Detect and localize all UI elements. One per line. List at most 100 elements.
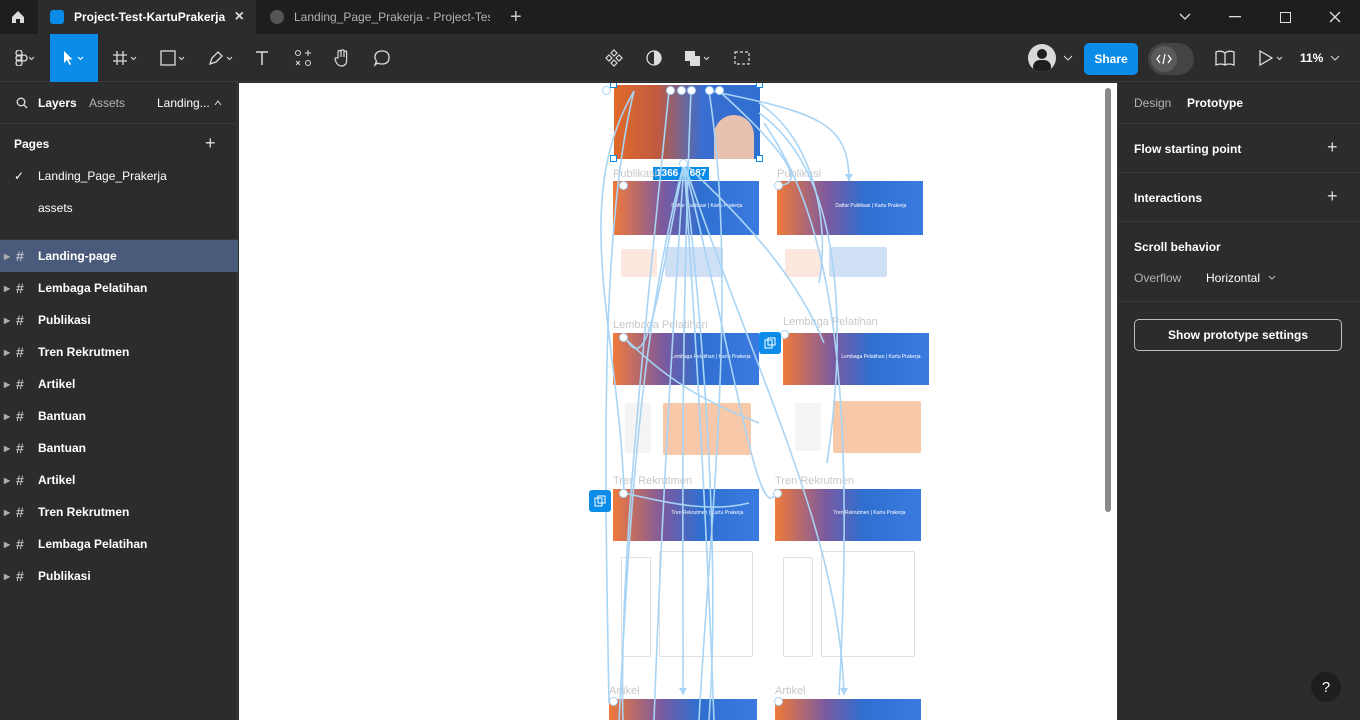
minimize-icon[interactable] — [1210, 0, 1260, 34]
frame-icon: # — [16, 280, 24, 296]
flow-node[interactable] — [687, 86, 696, 95]
caret-right-icon[interactable]: ▶ — [4, 284, 10, 293]
chevron-down-icon — [1269, 275, 1276, 280]
show-prototype-settings-button[interactable]: Show prototype settings — [1134, 319, 1342, 351]
flow-node[interactable] — [677, 86, 686, 95]
layer-row-landing-page[interactable]: ▶ # Landing-page — [0, 240, 238, 272]
flow-node[interactable] — [715, 86, 724, 95]
flow-node[interactable] — [774, 181, 783, 190]
add-interaction-icon[interactable]: + — [1327, 187, 1338, 205]
flow-node[interactable] — [780, 330, 789, 339]
flow-start-icon[interactable] — [589, 490, 611, 512]
caret-right-icon[interactable]: ▶ — [4, 252, 10, 261]
home-button[interactable] — [0, 0, 36, 34]
caret-right-icon[interactable]: ▶ — [4, 316, 10, 325]
checkmark-icon: ✓ — [14, 169, 25, 183]
move-tool-button[interactable] — [50, 34, 98, 82]
tab-assets[interactable]: Assets — [89, 96, 125, 110]
maximize-icon[interactable] — [1260, 0, 1310, 34]
layer-row-tren-rekrutmen[interactable]: ▶ # Tren Rekrutmen — [0, 336, 238, 368]
flow-node[interactable] — [609, 697, 618, 706]
present-button[interactable] — [1252, 34, 1292, 82]
crop-button[interactable] — [728, 34, 756, 82]
caret-right-icon[interactable]: ▶ — [4, 508, 10, 517]
shape-tool-button[interactable] — [152, 34, 196, 82]
layer-row-bantuan[interactable]: ▶ # Bantuan — [0, 400, 238, 432]
caret-right-icon[interactable]: ▶ — [4, 444, 10, 453]
chevron-up-icon[interactable] — [213, 99, 223, 107]
layer-row-publikasi[interactable]: ▶ # Publikasi — [0, 560, 238, 592]
layer-row-lembaga-pelatihan[interactable]: ▶ # Lembaga Pelatihan — [0, 272, 238, 304]
caret-right-icon[interactable]: ▶ — [4, 572, 10, 581]
caret-right-icon[interactable]: ▶ — [4, 540, 10, 549]
flow-node[interactable] — [666, 86, 675, 95]
design-canvas[interactable]: 1366 × 687 Publikasi Daftar Publikasi | … — [239, 83, 1117, 720]
close-window-icon[interactable] — [1310, 0, 1360, 34]
main-menu-button[interactable] — [4, 34, 46, 82]
help-button[interactable]: ? — [1311, 672, 1341, 702]
comment-tool-button[interactable] — [366, 34, 398, 82]
page-item-landing-page-prakerja[interactable]: ✓ Landing_Page_Prakerja — [0, 160, 238, 192]
page-label: Landing_Page_Prakerja — [38, 169, 167, 183]
flow-node[interactable] — [705, 86, 714, 95]
overflow-select[interactable]: Horizontal — [1206, 271, 1277, 285]
flow-start-icon[interactable] — [759, 332, 781, 354]
frame-icon: # — [16, 472, 24, 488]
layer-row-artikel[interactable]: ▶ # Artikel — [0, 464, 238, 496]
pen-tool-button[interactable] — [200, 34, 244, 82]
tab-layers[interactable]: Layers — [38, 96, 77, 110]
avatar — [1028, 44, 1056, 72]
main-toolbar: Share 11% — [0, 34, 1360, 82]
resources-button[interactable] — [286, 34, 320, 82]
layer-label: Lembaga Pelatihan — [38, 281, 148, 295]
chevron-down-icon[interactable] — [1160, 0, 1210, 34]
caret-right-icon[interactable]: ▶ — [4, 476, 10, 485]
figma-file-icon — [50, 10, 64, 24]
close-tab-icon[interactable]: × — [235, 9, 244, 25]
frame-tool-button[interactable] — [104, 34, 148, 82]
book-icon — [1215, 50, 1235, 66]
boolean-ops-button[interactable] — [680, 34, 718, 82]
layer-row-publikasi[interactable]: ▶ # Publikasi — [0, 304, 238, 336]
tab-prototype[interactable]: Prototype — [1187, 96, 1243, 110]
play-icon — [1259, 50, 1283, 66]
tab-label: Landing_Page_Prakerja - Project-Test — [294, 10, 490, 24]
new-tab-icon[interactable]: + — [510, 7, 522, 27]
zoom-control[interactable]: 11% — [1300, 34, 1341, 82]
caret-right-icon[interactable]: ▶ — [4, 380, 10, 389]
dev-mode-toggle[interactable] — [1148, 43, 1194, 75]
canvas-scrollbar[interactable] — [1105, 88, 1111, 512]
layer-row-tren-rekrutmen[interactable]: ▶ # Tren Rekrutmen — [0, 496, 238, 528]
flow-node[interactable] — [679, 159, 688, 168]
search-icon[interactable] — [16, 97, 28, 109]
flow-node[interactable] — [774, 697, 783, 706]
flow-node[interactable] — [619, 489, 628, 498]
chevron-down-icon — [1331, 55, 1340, 61]
tab-project-test[interactable]: Project-Test-KartuPrakerja × — [38, 0, 256, 34]
layer-row-lembaga-pelatihan[interactable]: ▶ # Lembaga Pelatihan — [0, 528, 238, 560]
tab-landing-page[interactable]: Landing_Page_Prakerja - Project-Test — [258, 0, 498, 34]
scroll-behavior-title: Scroll behavior — [1134, 240, 1221, 254]
mask-button[interactable] — [640, 34, 668, 82]
add-flow-icon[interactable]: + — [1327, 138, 1338, 156]
frame-icon: # — [16, 408, 24, 424]
share-button[interactable]: Share — [1084, 43, 1138, 75]
add-page-icon[interactable]: + — [205, 134, 216, 152]
layer-row-bantuan[interactable]: ▶ # Bantuan — [0, 432, 238, 464]
caret-right-icon[interactable]: ▶ — [4, 412, 10, 421]
library-button[interactable] — [1210, 34, 1240, 82]
flow-node[interactable] — [773, 489, 782, 498]
text-tool-button[interactable] — [246, 34, 278, 82]
user-menu-button[interactable] — [1026, 34, 1076, 82]
tab-design[interactable]: Design — [1134, 96, 1171, 110]
layer-label: Publikasi — [38, 313, 91, 327]
hand-tool-button[interactable] — [326, 34, 358, 82]
flow-node[interactable] — [619, 181, 628, 190]
caret-right-icon[interactable]: ▶ — [4, 348, 10, 357]
layer-row-artikel[interactable]: ▶ # Artikel — [0, 368, 238, 400]
create-component-button[interactable] — [600, 34, 628, 82]
flow-node[interactable] — [602, 86, 611, 95]
page-switcher[interactable]: Landing... — [157, 96, 210, 110]
page-item-assets[interactable]: assets — [0, 192, 238, 224]
flow-node[interactable] — [619, 333, 628, 342]
